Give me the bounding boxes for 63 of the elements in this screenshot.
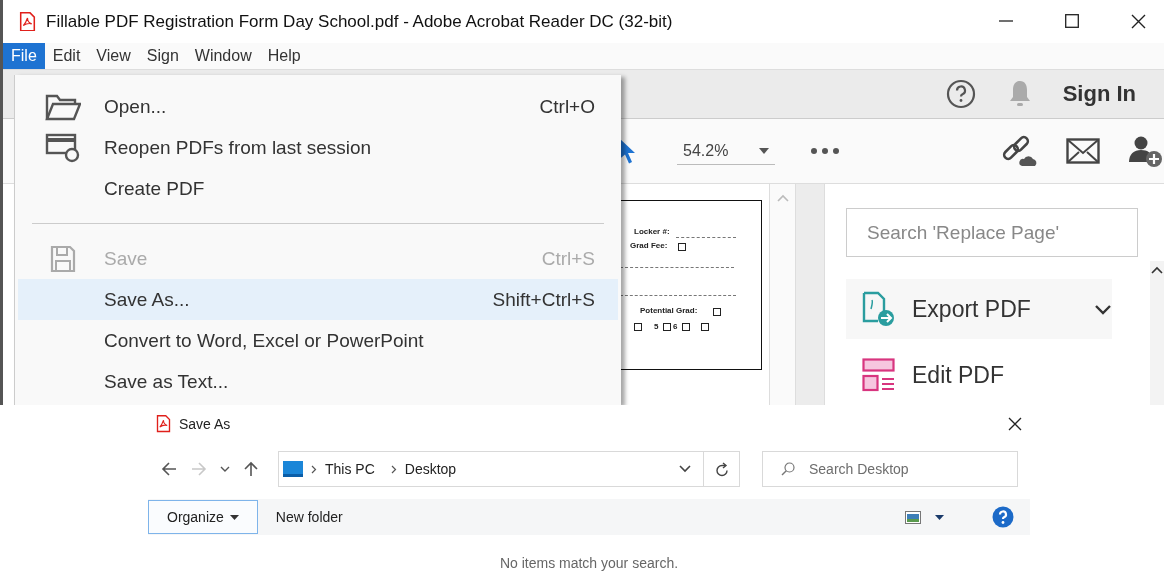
pdf-icon xyxy=(19,11,36,32)
back-arrow-icon[interactable] xyxy=(160,460,178,478)
dialog-title: Save As xyxy=(179,416,231,432)
caret-icon[interactable] xyxy=(759,147,769,154)
search-field[interactable]: Search Desktop xyxy=(762,451,1018,487)
menu-bar-item[interactable]: Help xyxy=(259,43,309,70)
menu-item[interactable]: Reopen PDFs from last session xyxy=(18,127,618,168)
pdf-icon xyxy=(156,415,171,433)
chevron-right-icon xyxy=(390,464,397,474)
scroll-up-icon[interactable] xyxy=(1150,265,1164,275)
maximize-icon[interactable] xyxy=(1065,14,1079,29)
sign-in-button[interactable]: Sign In xyxy=(1062,81,1136,108)
menu-item[interactable]: Open... Ctrl+O xyxy=(18,86,618,127)
breadcrumb-item[interactable]: This PC xyxy=(325,461,375,477)
organize-button[interactable]: Organize xyxy=(148,500,258,534)
scrollbar[interactable] xyxy=(1150,261,1164,405)
close-icon[interactable] xyxy=(1008,417,1022,431)
computer-icon xyxy=(283,461,303,477)
form-text: 5 xyxy=(654,322,659,331)
menu-bar-item[interactable]: File xyxy=(3,43,45,70)
save-icon xyxy=(50,244,76,273)
empty-message: No items match your search. xyxy=(498,555,680,571)
zoom-field[interactable]: 54.2% xyxy=(677,137,775,165)
search-icon xyxy=(781,462,795,476)
menu-bar-item[interactable]: Sign xyxy=(138,43,187,70)
menu-item[interactable]: Convert to Word, Excel or PowerPoint xyxy=(18,320,618,361)
keyboard-shortcut: Ctrl+S xyxy=(541,247,595,270)
keyboard-shortcut: Shift+Ctrl+S xyxy=(492,288,595,311)
search-field[interactable]: Search 'Replace Page' xyxy=(846,208,1138,257)
menu-item[interactable]: Create PDF xyxy=(18,168,618,209)
menu-bar-item[interactable]: View xyxy=(88,43,139,70)
edit-pdf-icon xyxy=(862,358,896,392)
folder-icon xyxy=(45,92,81,121)
chevron-down-icon[interactable] xyxy=(679,465,691,473)
chevron-down-icon[interactable] xyxy=(1094,303,1112,315)
up-arrow-icon[interactable] xyxy=(242,460,260,478)
tool-item[interactable]: Edit PDF xyxy=(912,361,1005,389)
menu-bar-item[interactable]: Window xyxy=(186,43,260,70)
form-text: Locker #: xyxy=(634,227,670,236)
reopen-icon xyxy=(45,132,81,163)
new-folder-button[interactable]: New folder xyxy=(275,509,343,525)
help-icon[interactable] xyxy=(945,79,976,110)
caret-icon xyxy=(229,514,239,520)
add-user-icon[interactable] xyxy=(1128,134,1164,169)
refresh-icon[interactable] xyxy=(714,461,729,477)
help-icon[interactable] xyxy=(992,506,1014,528)
keyboard-shortcut: Ctrl+O xyxy=(539,95,595,118)
menu-item[interactable]: Save As... Shift+Ctrl+S xyxy=(18,279,618,320)
window-title: Fillable PDF Registration Form Day School.pdf - Adobe Acrobat Reader DC (32-bit) xyxy=(46,11,673,32)
export-pdf-icon xyxy=(862,291,896,327)
menu-bar-item[interactable]: Edit xyxy=(44,43,89,70)
form-text: Grad Fee: xyxy=(630,241,668,250)
more-icon[interactable] xyxy=(810,147,840,156)
form-text: 6 xyxy=(673,322,678,331)
link-cloud-icon[interactable] xyxy=(1000,134,1038,169)
breadcrumb-item[interactable]: Desktop xyxy=(404,461,457,477)
form-text: Potential Grad: xyxy=(640,306,698,315)
mail-icon[interactable] xyxy=(1066,138,1100,165)
close-icon[interactable] xyxy=(1131,14,1146,30)
chevron-right-icon xyxy=(311,464,317,474)
view-icon[interactable] xyxy=(905,510,921,524)
caret-icon[interactable] xyxy=(935,514,944,520)
menu-item[interactable]: Save as Text... xyxy=(18,361,618,402)
